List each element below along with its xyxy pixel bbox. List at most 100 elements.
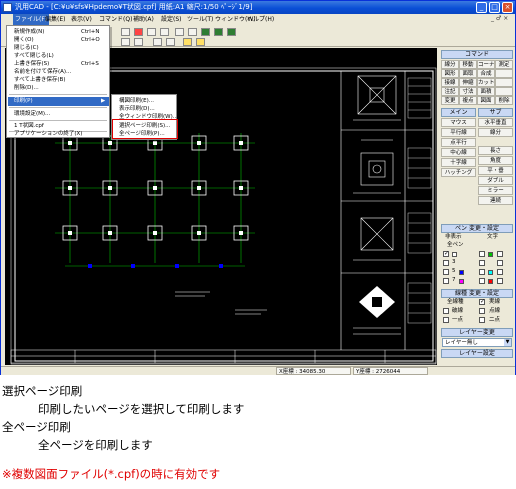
zoom-out-icon[interactable]: [214, 28, 223, 36]
sub-continuous-button[interactable]: 連続: [478, 196, 513, 205]
menu-edit[interactable]: 編集(E): [43, 14, 67, 25]
cmd-corner-button[interactable]: コーナー: [477, 60, 495, 69]
zoom-fit-icon[interactable]: [227, 28, 236, 36]
layer-select-value: レイヤー無し: [445, 340, 478, 346]
toolbar-button-8[interactable]: [134, 38, 143, 46]
pen-all-label: 全ペン: [447, 242, 464, 248]
cmd-cut-button[interactable]: カット: [477, 78, 495, 87]
cmd-tangent-button[interactable]: 接線: [441, 78, 459, 87]
cmd-combine-button[interactable]: 合成: [477, 69, 495, 78]
menu-settings[interactable]: 設定(S): [159, 14, 184, 25]
cmd-drawing-button[interactable]: 図面: [477, 96, 495, 105]
toolbar-button-1[interactable]: [121, 28, 130, 36]
sub-line-button[interactable]: 線分: [478, 128, 513, 137]
toolbar-button-6[interactable]: [188, 28, 197, 36]
sub-double-button[interactable]: ダブル: [478, 176, 513, 185]
cmd-blank-button-1[interactable]: [495, 69, 513, 78]
toolbar-button-3[interactable]: [147, 28, 156, 36]
cmd-delete-button[interactable]: 削除: [495, 96, 513, 105]
title-bar[interactable]: 汎用CAD - [C:¥u¥sfs¥Hpdemo¥T状図.cpf] 用紙:A1 …: [1, 1, 515, 14]
menu-item-print[interactable]: 印刷(P): [8, 97, 109, 106]
cmd-copy-button[interactable]: 複点: [459, 96, 477, 105]
linetype-dash-checkbox[interactable]: [443, 308, 449, 314]
main-centerline-button[interactable]: 中心線: [441, 148, 476, 157]
maximize-button[interactable]: □: [489, 2, 500, 13]
menu-item-exit[interactable]: アプリケーションの終了(X): [8, 130, 108, 139]
toolbar-button-7[interactable]: [121, 38, 130, 46]
toolbar-button-12[interactable]: [196, 38, 205, 46]
toolbar-button-5[interactable]: [175, 28, 184, 36]
pen-3-number: 3: [452, 259, 456, 265]
menu-help[interactable]: ヘルプ(H): [245, 14, 276, 25]
layer-section-title: レイヤー変更: [441, 328, 513, 337]
pen-4-visible-checkbox[interactable]: [479, 260, 485, 266]
chevron-down-icon[interactable]: ▼: [504, 339, 511, 346]
sub-horizontal-vertical-button[interactable]: 水平垂直: [478, 118, 513, 127]
menu-item-preferences[interactable]: 環境設定(M)...: [8, 110, 108, 119]
main-crossline-button[interactable]: 十字線: [441, 158, 476, 167]
pen-5-visible-checkbox[interactable]: [443, 269, 449, 275]
cmd-shape-button[interactable]: 図形: [441, 69, 459, 78]
main-point-parallel-button[interactable]: 点平行: [441, 138, 476, 147]
toolbar-button-4[interactable]: [160, 28, 169, 36]
pen-4-text-checkbox[interactable]: [497, 260, 503, 266]
toolbar-button-11[interactable]: [183, 38, 192, 46]
pen-2-text-checkbox[interactable]: [497, 251, 503, 257]
sub-length-button[interactable]: 長さ: [478, 146, 513, 155]
cmd-blank-button-3[interactable]: [495, 87, 513, 96]
pen-6-visible-checkbox[interactable]: [479, 269, 485, 275]
mdi-controls[interactable]: _ ♂ ×: [491, 15, 508, 22]
command-section-title: コマンド: [441, 50, 513, 59]
layer-select[interactable]: レイヤー無し ▼: [442, 338, 512, 347]
pen-7-visible-checkbox[interactable]: [443, 278, 449, 284]
cmd-change-button[interactable]: 変更: [441, 96, 459, 105]
menu-view[interactable]: 表示(V): [69, 14, 94, 25]
cmd-move-button[interactable]: 移動: [459, 60, 477, 69]
toolbar-button-2[interactable]: [134, 28, 143, 36]
pen-2-swatch: [488, 252, 493, 257]
zoom-in-icon[interactable]: [201, 28, 210, 36]
cmd-dimension-button[interactable]: 寸法: [459, 87, 477, 96]
cmd-area-button[interactable]: 面積: [477, 87, 495, 96]
cmd-stretch-button[interactable]: 伸縮: [459, 78, 477, 87]
linetype-dash-label: 破線: [452, 308, 464, 314]
pen-6-text-checkbox[interactable]: [497, 269, 503, 275]
minimize-button[interactable]: _: [476, 2, 487, 13]
linetype-dot-checkbox[interactable]: [479, 308, 485, 314]
main-mouse-button[interactable]: マウス: [441, 118, 476, 127]
pen-2-visible-checkbox[interactable]: [479, 251, 485, 257]
linetype-two-dot-checkbox[interactable]: [479, 317, 485, 323]
menu-item-delete[interactable]: 削除(D)...: [8, 84, 108, 93]
layer-settings-button[interactable]: レイヤー設定: [441, 349, 513, 358]
sub-angle-button[interactable]: 角度: [478, 156, 513, 165]
pen-8-text-checkbox[interactable]: [497, 278, 503, 284]
pen-7-swatch: [459, 279, 464, 284]
menu-separator: [9, 94, 107, 95]
toolbar-button-9[interactable]: [153, 38, 162, 46]
linetype-solid-checkbox[interactable]: [479, 298, 485, 305]
pen-8-visible-checkbox[interactable]: [479, 278, 485, 284]
main-parallel-button[interactable]: 平行線: [441, 128, 476, 137]
menu-command[interactable]: コマンド(Q): [97, 14, 134, 25]
linetype-dot-label: 点線: [489, 308, 501, 314]
linetype-one-dot-checkbox[interactable]: [443, 317, 449, 323]
menu-assist[interactable]: 補助(A): [131, 14, 156, 25]
pen-3-visible-checkbox[interactable]: [443, 260, 449, 266]
menu-tools[interactable]: ツール(T): [185, 14, 215, 25]
sub-parallel-perpendicular-button[interactable]: 平・垂: [478, 166, 513, 175]
linetype-one-dot-label: 一点: [452, 317, 464, 323]
cmd-line-button[interactable]: 線分: [441, 60, 459, 69]
submenu-arrow-icon: ▶: [101, 98, 106, 104]
cmd-blank-button-2[interactable]: [495, 78, 513, 87]
pen-1-visible-checkbox[interactable]: [443, 250, 449, 257]
cmd-note-button[interactable]: 注記: [441, 87, 459, 96]
close-button[interactable]: ×: [502, 2, 513, 13]
toolbar-button-10[interactable]: [166, 38, 175, 46]
sub-mirror-button[interactable]: ミラー: [478, 186, 513, 195]
cmd-measure-button[interactable]: 測定: [495, 60, 513, 69]
main-hatching-button[interactable]: ハッチング: [441, 168, 476, 177]
linetype-all-label: 全線種: [447, 299, 464, 305]
cad-window: 汎用CAD - [C:¥u¥sfs¥Hpdemo¥T状図.cpf] 用紙:A1 …: [0, 0, 516, 375]
cmd-chamfer-button[interactable]: 面取: [459, 69, 477, 78]
linetype-section-title: 線種 変更・設定: [441, 289, 513, 298]
